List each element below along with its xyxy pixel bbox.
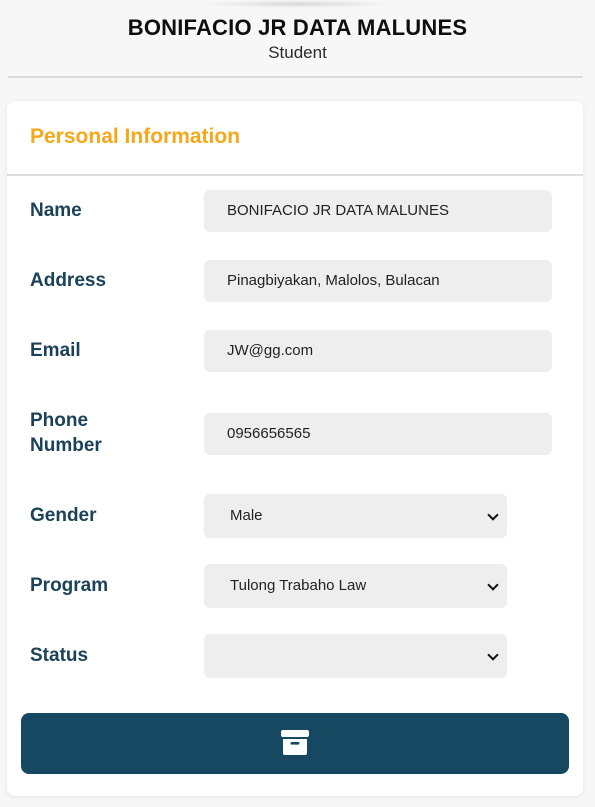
phone-label: Phone Number <box>30 408 102 458</box>
email-field[interactable]: JW@gg.com <box>204 330 552 372</box>
status-select[interactable] <box>204 634 507 678</box>
program-select[interactable]: Tulong Trabaho Law <box>204 564 507 608</box>
address-label: Address <box>30 270 107 291</box>
phone-label-line1: Phone <box>30 410 89 431</box>
program-selected-value: Tulong Trabaho Law <box>230 577 367 594</box>
program-label: Program <box>30 575 109 596</box>
section-title: Personal Information <box>30 125 241 148</box>
section-divider <box>7 174 583 176</box>
status-label: Status <box>30 645 89 666</box>
gender-select[interactable]: Male <box>204 494 507 538</box>
chevron-down-icon <box>487 649 499 661</box>
gender-label: Gender <box>30 505 97 526</box>
chevron-down-icon <box>487 509 499 521</box>
profile-name: BONIFACIO JR DATA MALUNES <box>127 15 468 40</box>
phone-field[interactable]: 0956656565 <box>204 413 552 455</box>
address-field[interactable]: Pinagbiyakan, Malolos, Bulacan <box>204 260 552 302</box>
chevron-down-icon <box>487 579 499 591</box>
email-label: Email <box>30 340 81 361</box>
archive-button[interactable] <box>21 713 569 774</box>
name-label: Name <box>30 200 82 221</box>
archive-icon <box>281 730 309 755</box>
personal-info-card: Personal Information Name BONIFACIO JR D… <box>7 101 583 796</box>
profile-role: Student <box>268 43 327 62</box>
name-field[interactable]: BONIFACIO JR DATA MALUNES <box>204 190 552 232</box>
gender-selected-value: Male <box>230 507 263 524</box>
header-divider <box>8 76 583 78</box>
profile-header: BONIFACIO JR DATA MALUNES Student <box>0 0 595 78</box>
phone-label-line2: Number <box>30 435 102 456</box>
